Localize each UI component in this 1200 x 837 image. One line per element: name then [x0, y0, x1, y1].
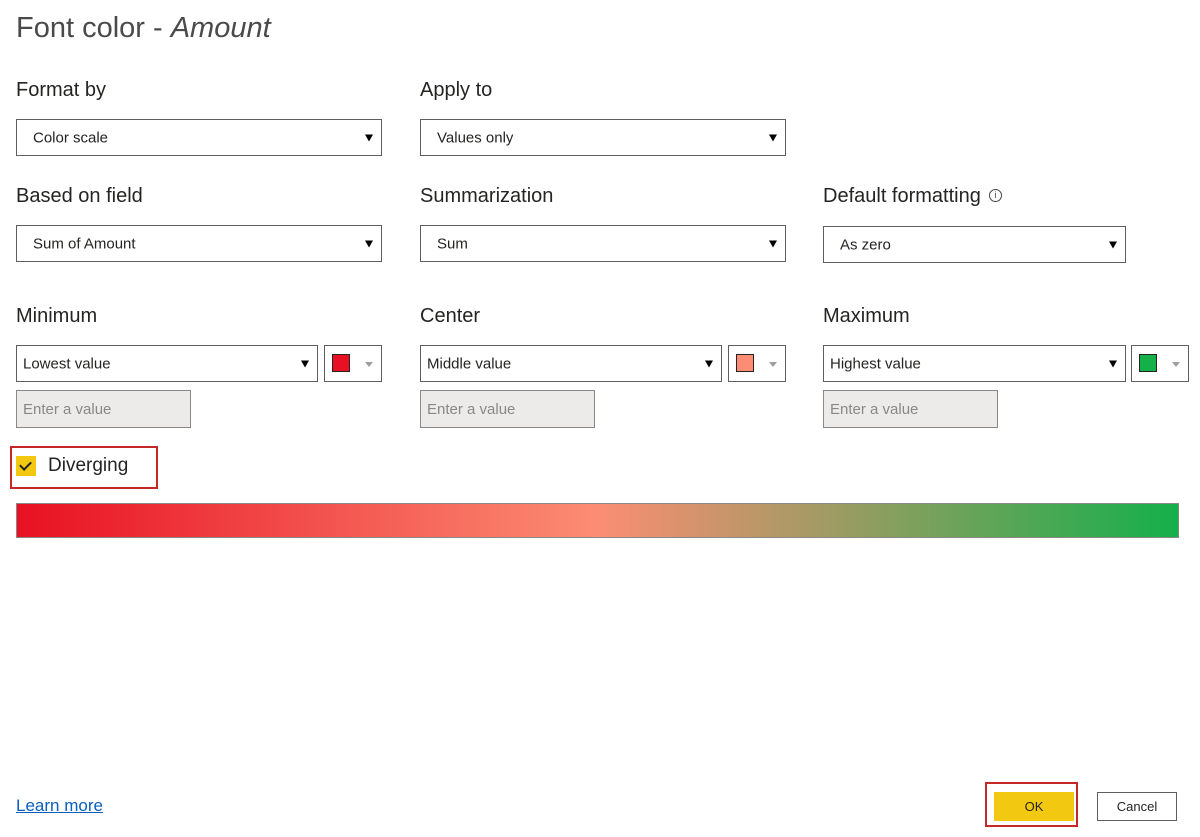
color-scale-preview — [16, 503, 1179, 538]
minimum-value: Lowest value — [23, 355, 111, 372]
maximum-value-input[interactable] — [823, 390, 998, 428]
default-formatting-text: Default formatting — [823, 185, 981, 207]
maximum-label: Maximum — [823, 305, 910, 327]
summarization-value: Sum — [437, 235, 468, 252]
center-value: Middle value — [427, 355, 512, 372]
minimum-color-swatch — [332, 354, 350, 372]
dropdown-caret-icon — [365, 240, 373, 247]
dialog-title: Font color - Amount — [16, 12, 271, 45]
dropdown-caret-icon — [769, 134, 777, 141]
dialog-title-field: Amount — [170, 12, 271, 44]
chevron-down-icon — [1172, 362, 1180, 367]
minimum-color-picker[interactable] — [324, 345, 382, 382]
maximum-color-picker[interactable] — [1131, 345, 1189, 382]
maximum-dropdown[interactable]: Highest value — [823, 345, 1126, 382]
apply-to-value: Values only — [437, 129, 514, 146]
dropdown-caret-icon — [301, 360, 309, 367]
center-dropdown[interactable]: Middle value — [420, 345, 722, 382]
dropdown-caret-icon — [705, 360, 713, 367]
maximum-color-swatch — [1139, 354, 1157, 372]
summarization-dropdown[interactable]: Sum — [420, 225, 786, 262]
dialog-title-prefix: Font color - — [16, 12, 171, 44]
based-on-field-value: Sum of Amount — [33, 235, 136, 252]
format-by-label: Format by — [16, 79, 107, 101]
chevron-down-icon — [769, 362, 777, 367]
info-circle-icon[interactable]: i — [988, 189, 1002, 202]
diverging-label: Diverging — [48, 455, 129, 476]
cancel-button[interactable]: Cancel — [1097, 792, 1177, 821]
minimum-value-input[interactable] — [16, 390, 191, 428]
minimum-dropdown[interactable]: Lowest value — [16, 345, 318, 382]
summarization-label: Summarization — [420, 185, 554, 207]
checkmark-icon — [19, 458, 32, 471]
default-formatting-dropdown[interactable]: As zero — [823, 226, 1126, 263]
chevron-down-icon — [365, 362, 373, 367]
based-on-field-label: Based on field — [16, 185, 143, 207]
diverging-checkbox[interactable] — [16, 456, 36, 476]
minimum-label: Minimum — [16, 305, 98, 327]
center-label: Center — [420, 305, 481, 327]
format-by-dropdown[interactable]: Color scale — [16, 119, 382, 156]
center-color-picker[interactable] — [728, 345, 786, 382]
maximum-value: Highest value — [830, 355, 921, 372]
center-value-input[interactable] — [420, 390, 595, 428]
ok-button[interactable]: OK — [994, 792, 1074, 821]
default-formatting-label: Default formatting i — [823, 185, 1002, 208]
dropdown-caret-icon — [365, 134, 373, 141]
apply-to-label: Apply to — [420, 79, 493, 101]
center-color-swatch — [736, 354, 754, 372]
default-formatting-value: As zero — [840, 236, 891, 253]
learn-more-link[interactable]: Learn more — [16, 796, 103, 816]
dropdown-caret-icon — [769, 240, 777, 247]
dropdown-caret-icon — [1109, 360, 1117, 367]
based-on-field-dropdown[interactable]: Sum of Amount — [16, 225, 382, 262]
dropdown-caret-icon — [1109, 241, 1117, 248]
format-by-value: Color scale — [33, 129, 109, 146]
apply-to-dropdown[interactable]: Values only — [420, 119, 786, 156]
